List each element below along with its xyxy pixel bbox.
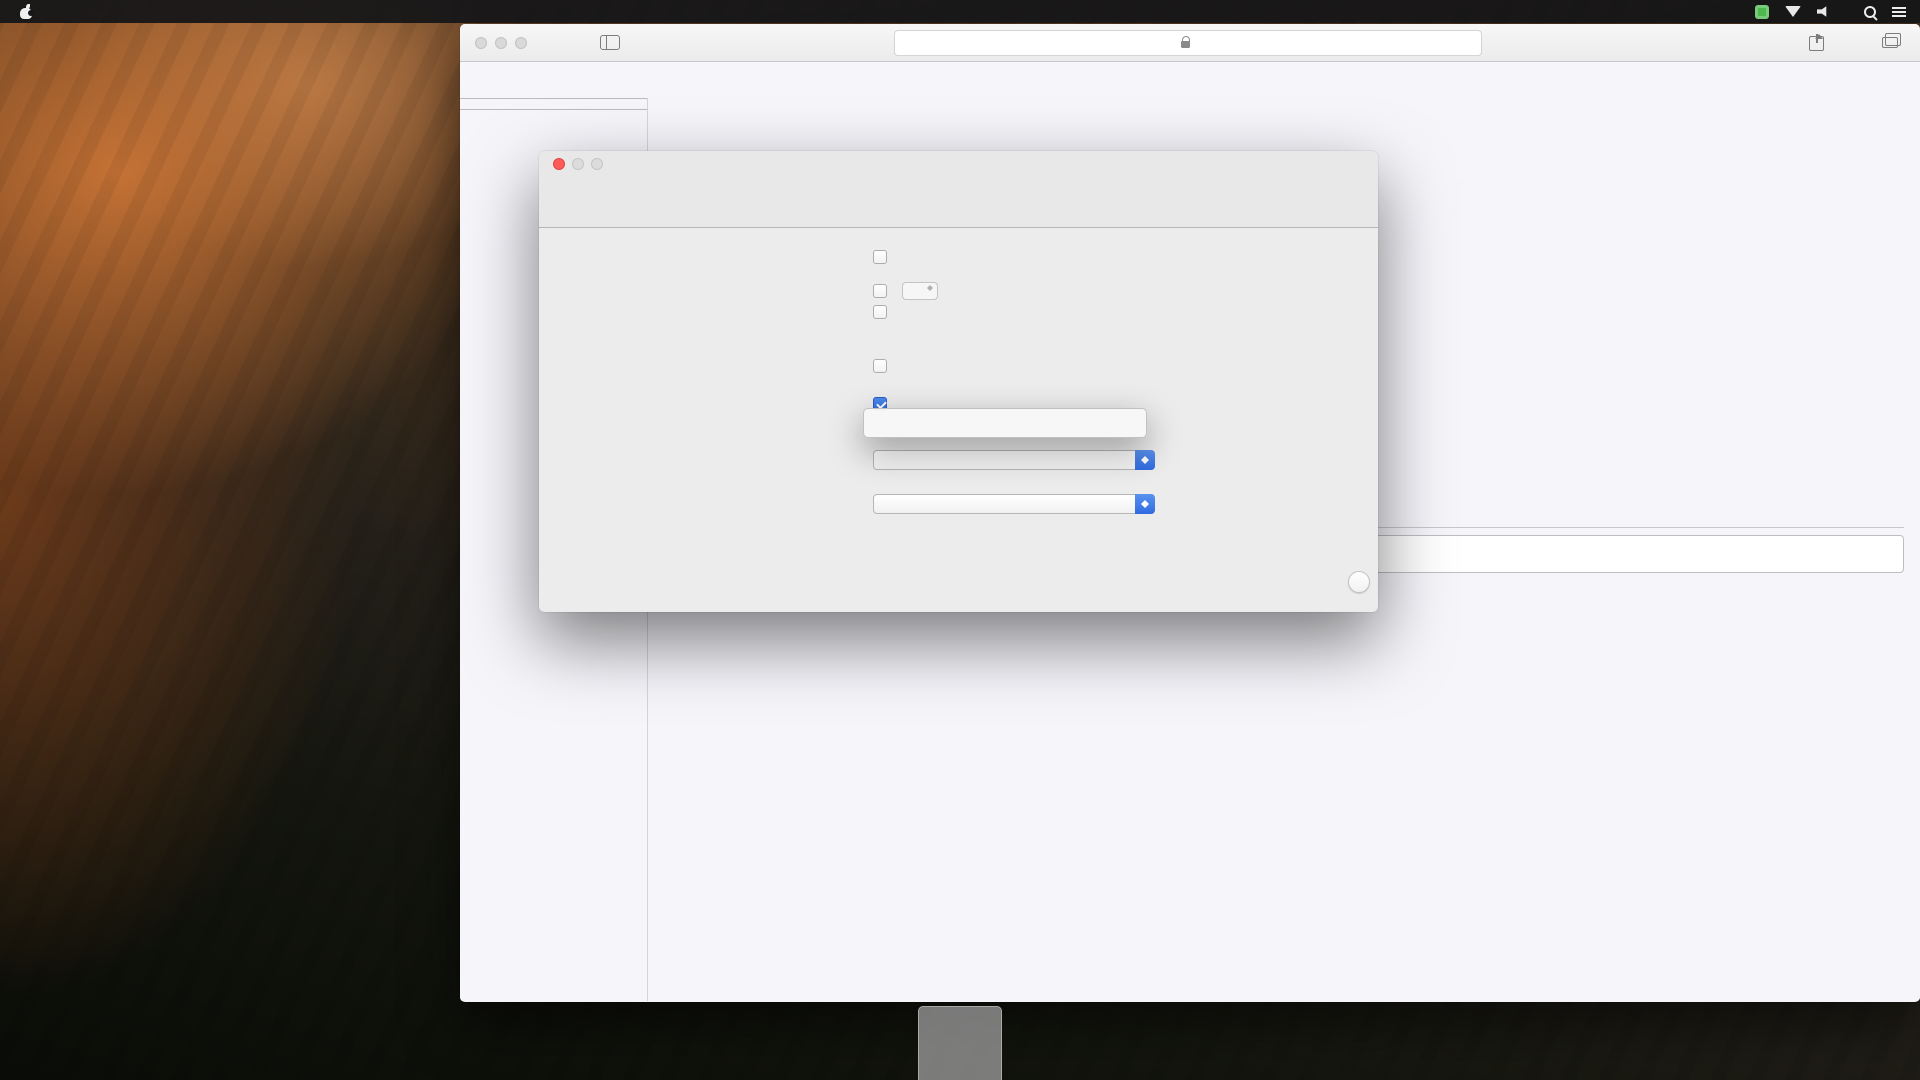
checkbox-min-font-size[interactable]: [873, 284, 887, 298]
encoding-popup-button[interactable]: [873, 494, 1155, 514]
address-bar[interactable]: [894, 30, 1482, 56]
accessibility-row: [539, 281, 1364, 301]
menu-bar: [0, 0, 1920, 23]
menubar-status-area: [1755, 5, 1920, 19]
proxy-row: [539, 535, 1364, 555]
preferences-titlebar: [539, 151, 1378, 176]
menubar-left: [0, 4, 70, 20]
preferences-window: [539, 151, 1378, 612]
sidebar-toggle-icon[interactable]: [600, 35, 620, 50]
prefs-toolbar-item[interactable]: [553, 178, 599, 211]
stylesheet-popup-button[interactable]: [873, 450, 1155, 470]
checkbox-tab-highlight[interactable]: [873, 305, 887, 319]
status-app-icon[interactable]: [1755, 5, 1769, 19]
prefs-minimize-button: [572, 158, 584, 170]
wifi-icon[interactable]: [1785, 6, 1801, 17]
share-icon[interactable]: [1809, 36, 1824, 51]
reading-list-row: [539, 356, 1364, 376]
encoding-dropdown-menu: [863, 408, 1147, 438]
volume-icon[interactable]: [1817, 6, 1832, 18]
browser-toolbar: [460, 24, 1920, 62]
spotlight-icon[interactable]: [1864, 6, 1876, 18]
smart-search-row: [539, 247, 1364, 267]
tab-overview-icon[interactable]: [1882, 37, 1898, 48]
popup-arrows-icon: [1135, 450, 1155, 470]
window-close-button[interactable]: [475, 37, 487, 49]
font-size-select[interactable]: [902, 282, 938, 300]
sidebar-title: [460, 98, 647, 110]
popup-arrows-icon: [1135, 494, 1155, 514]
apple-menu-icon[interactable]: [18, 4, 34, 20]
window-zoom-button[interactable]: [515, 37, 527, 49]
preferences-toolbar: [539, 176, 1378, 228]
checkbox-show-full-address[interactable]: [873, 250, 887, 264]
accessibility-note-row: [539, 322, 1364, 342]
dock: [918, 1006, 1002, 1080]
prefs-zoom-button: [591, 158, 603, 170]
window-minimize-button[interactable]: [495, 37, 507, 49]
accessibility-tab-row: [539, 302, 1364, 322]
checkbox-offline-reading[interactable]: [873, 359, 887, 373]
encoding-option[interactable]: [864, 414, 1146, 432]
notification-center-icon[interactable]: [1892, 7, 1906, 9]
forward-button[interactable]: [564, 28, 590, 56]
prefs-close-button[interactable]: [553, 158, 565, 170]
lock-icon: [1181, 41, 1190, 48]
back-button[interactable]: [536, 28, 562, 56]
help-button[interactable]: [1348, 571, 1370, 593]
new-tab-button[interactable]: [1838, 30, 1862, 54]
